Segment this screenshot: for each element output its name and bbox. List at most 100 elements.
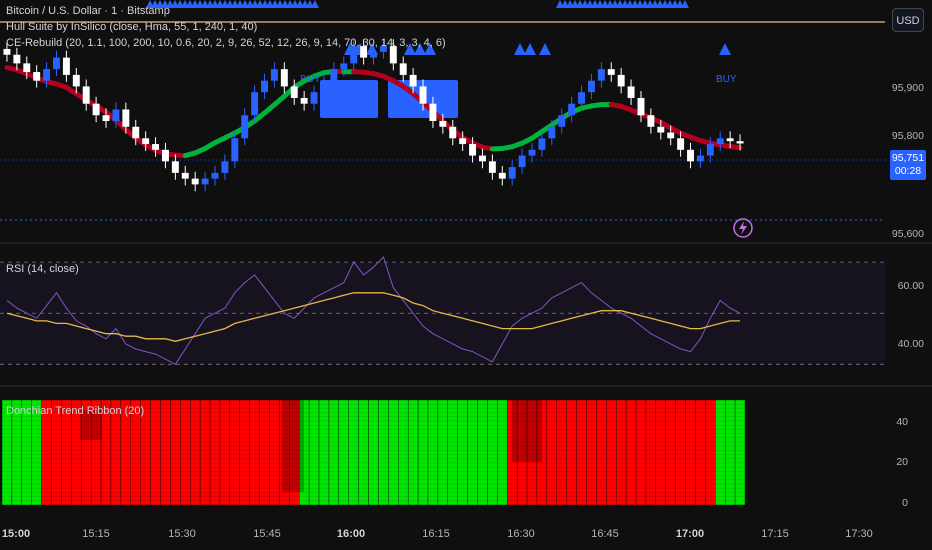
ribbon-subtrend xyxy=(282,400,304,492)
candle-body xyxy=(132,126,140,139)
candle-body xyxy=(488,161,496,173)
candle-body xyxy=(53,57,60,70)
ribbon-bar xyxy=(239,399,250,506)
ribbon-bar xyxy=(625,399,637,506)
ribbon-bar xyxy=(348,399,359,506)
candle-body xyxy=(607,69,615,75)
ribbon-bar xyxy=(665,399,676,506)
rsi-tick-40: 40.00 xyxy=(897,338,924,350)
ribbon-bar xyxy=(724,399,736,506)
ribbon-tick-40: 40 xyxy=(896,416,908,428)
time-tick: 17:30 xyxy=(845,528,873,540)
signal-zone xyxy=(320,80,378,118)
ribbon-bar xyxy=(497,399,508,506)
candle-body xyxy=(300,97,308,104)
ribbon-bar xyxy=(705,399,716,506)
time-tick: 17:15 xyxy=(761,528,789,540)
rsi-legend[interactable]: RSI (14, close) xyxy=(6,262,79,276)
candle-body xyxy=(696,155,704,162)
candle-body xyxy=(33,72,41,81)
candle-body xyxy=(72,74,80,87)
candle-body xyxy=(221,161,229,173)
ribbon-bar xyxy=(259,399,270,506)
candle-body xyxy=(568,103,576,116)
donchian-legend[interactable]: Donchian Trend Ribbon (20) xyxy=(6,404,144,418)
candle-body xyxy=(171,161,179,173)
candle-body xyxy=(261,80,268,93)
ribbon-bar xyxy=(556,399,567,506)
ribbon-bar xyxy=(249,399,260,506)
candle-body xyxy=(657,126,665,133)
price-tick-95600: 95,600 xyxy=(891,228,924,240)
candle-body xyxy=(459,138,467,145)
candle-body xyxy=(528,149,536,156)
chart-canvas[interactable] xyxy=(0,0,932,550)
candle-body xyxy=(112,109,120,121)
price-tick-95800: 95,800 xyxy=(891,130,924,142)
time-tick: 16:45 xyxy=(591,528,619,540)
currency-button[interactable]: USD xyxy=(892,8,924,32)
candle-body xyxy=(469,144,477,156)
candle-body xyxy=(498,172,506,179)
ce-rebuild-legend[interactable]: CE-Rebuild (20, 1.1, 100, 200, 10, 0.6, … xyxy=(6,36,446,50)
candle-body xyxy=(181,172,189,179)
candle-body xyxy=(597,69,605,81)
ribbon-tick-20: 20 xyxy=(896,456,908,468)
candle-body xyxy=(13,54,21,64)
ribbon-bar xyxy=(308,399,320,506)
candle-body xyxy=(270,69,278,81)
ribbon-bar xyxy=(447,399,458,506)
candle-body xyxy=(667,132,675,139)
ribbon-bar xyxy=(546,399,557,506)
candle-body xyxy=(479,155,486,162)
time-tick: 17:00 xyxy=(675,528,705,540)
ribbon-bar xyxy=(180,399,191,506)
candle-body xyxy=(518,155,526,168)
candle-body xyxy=(23,63,31,73)
current-price-tag: 95,751 00:28 xyxy=(890,150,926,180)
price-tick-95900: 95,900 xyxy=(891,82,924,94)
ribbon-bar xyxy=(199,399,211,506)
ribbon-bar xyxy=(368,399,379,506)
ribbon-bar xyxy=(160,399,171,506)
candle-body xyxy=(62,57,70,75)
time-tick: 15:30 xyxy=(168,528,196,540)
ribbon-bar xyxy=(566,399,577,506)
time-tick: 15:45 xyxy=(253,528,281,540)
candle-body xyxy=(587,80,595,93)
ribbon-bar xyxy=(576,399,587,506)
ribbon-bar xyxy=(695,399,706,506)
symbol-title[interactable]: Bitcoin / U.S. Dollar · 1 · Bitstamp xyxy=(6,4,170,18)
ribbon-bar xyxy=(328,399,340,506)
candle-body xyxy=(122,109,130,127)
ribbon-bar xyxy=(685,399,696,506)
candle-body xyxy=(161,149,169,162)
candle-body xyxy=(439,121,447,127)
current-price: 95,751 xyxy=(891,152,925,164)
candle-body xyxy=(736,141,744,144)
time-tick: 16:00 xyxy=(336,528,366,540)
ribbon-bar xyxy=(209,399,221,506)
ribbon-bar xyxy=(190,399,201,506)
candle-body xyxy=(637,97,645,116)
ribbon-bar xyxy=(388,399,399,506)
candle-body xyxy=(399,63,407,75)
candle-body xyxy=(211,172,219,179)
ribbon-bar xyxy=(596,399,607,506)
hull-segment xyxy=(727,143,743,151)
ribbon-bar xyxy=(457,399,468,506)
ribbon-bar xyxy=(645,399,657,506)
candle-body xyxy=(142,138,150,145)
candle-body xyxy=(191,178,199,185)
candle-body xyxy=(251,92,259,116)
candle-body xyxy=(201,178,209,185)
candle-body xyxy=(231,138,239,162)
ribbon-tick-0: 0 xyxy=(902,497,908,509)
candle-body xyxy=(687,149,694,162)
candle-body xyxy=(548,126,556,139)
candle-body xyxy=(330,69,338,81)
candle-body xyxy=(706,144,714,156)
hull-suite-legend[interactable]: Hull Suite by InSilico (close, Hma, 55, … xyxy=(6,20,257,34)
buy-signal-label: BUY xyxy=(300,74,321,85)
candle-body xyxy=(320,80,328,93)
